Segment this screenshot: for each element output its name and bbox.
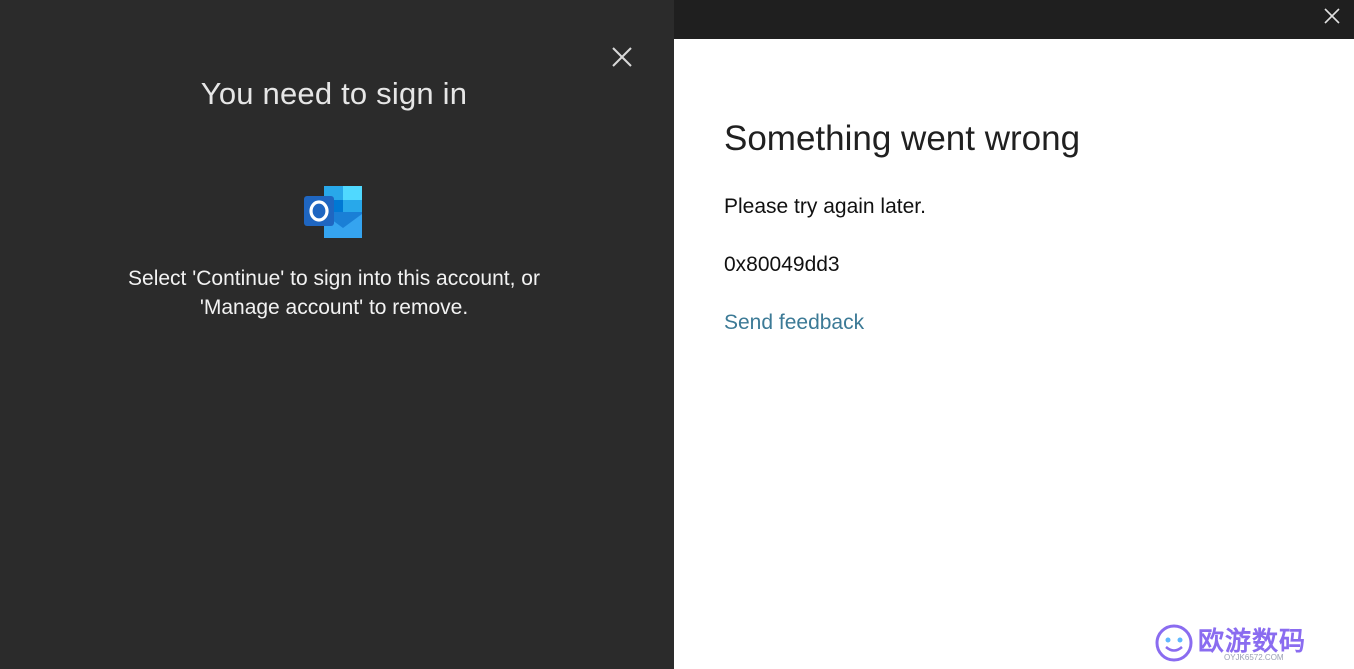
error-heading: Something went wrong xyxy=(724,119,1081,158)
sign-in-dialog: You need to sign in Select 'Continue' to… xyxy=(0,0,674,669)
sign-in-message-line2: 'Manage account' to remove. xyxy=(199,296,469,319)
error-code: 0x80049dd3 xyxy=(724,253,840,276)
screen: You need to sign in Select 'Continue' to… xyxy=(0,0,1354,669)
close-icon[interactable] xyxy=(608,43,636,71)
send-feedback-link[interactable]: Send feedback xyxy=(724,311,864,335)
error-message: Please try again later. xyxy=(724,195,926,218)
error-dialog-titlebar xyxy=(674,0,1354,39)
sign-in-message: Select 'Continue' to sign into this acco… xyxy=(84,264,584,322)
sign-in-title: You need to sign in xyxy=(200,76,468,111)
close-icon[interactable] xyxy=(1320,4,1344,28)
error-dialog: Something went wrong Please try again la… xyxy=(674,39,1354,669)
watermark-icon xyxy=(1155,624,1193,662)
outlook-icon xyxy=(302,184,364,242)
sign-in-message-line1: Select 'Continue' to sign into this acco… xyxy=(128,267,540,290)
watermark-logo: 欧游数码 OYJK6572.COM xyxy=(1154,621,1334,665)
watermark-subtext: OYJK6572.COM xyxy=(1224,653,1284,662)
